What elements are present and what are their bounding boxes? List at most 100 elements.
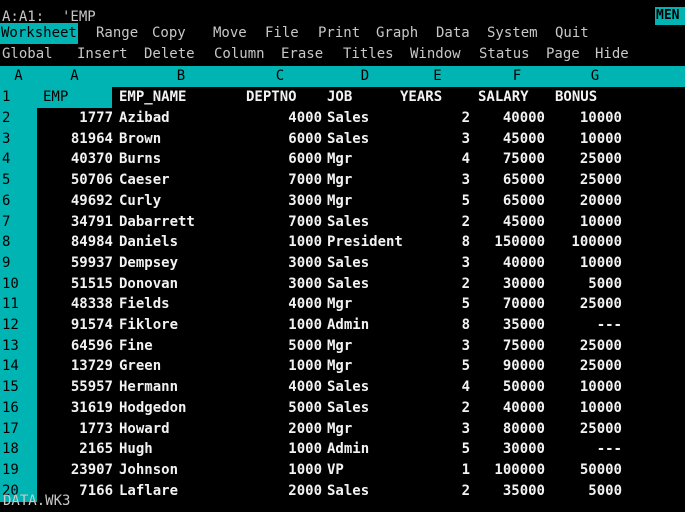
cell-bonus[interactable]: 10000 [545,129,622,150]
cell-job[interactable]: Mgr [327,419,352,440]
header-cell-emp-name[interactable]: EMP_NAME [119,87,186,108]
row-number[interactable]: 10 [0,273,37,295]
row-number[interactable]: 5 [0,170,37,192]
cell-years[interactable]: 5 [420,439,470,460]
cell-bonus[interactable]: 5000 [545,481,622,502]
cell-job[interactable]: Sales [327,129,369,150]
cell-job[interactable]: Mgr [327,170,352,191]
cell-deptno[interactable]: 6000 [230,149,322,170]
cell-bonus[interactable]: 10000 [545,212,622,233]
cell-bonus[interactable]: 10000 [545,398,622,419]
row-number[interactable]: 17 [0,418,37,440]
cell-job[interactable]: Sales [327,398,369,419]
cell-salary[interactable]: 40000 [470,398,545,419]
cell-deptno[interactable]: 1000 [230,356,322,377]
cell-emp-name[interactable]: Dempsey [119,253,178,274]
cell-emp[interactable]: 84984 [37,232,113,253]
cell-salary[interactable]: 30000 [470,439,545,460]
cell-emp-name[interactable]: Howard [119,419,170,440]
cell-years[interactable]: 3 [420,170,470,191]
cell-job[interactable]: Mgr [327,336,352,357]
row-number[interactable]: 7 [0,211,37,233]
cell-deptno[interactable]: 2000 [230,481,322,502]
cell-emp[interactable]: 40370 [37,149,113,170]
cell-emp-name[interactable]: Hermann [119,377,178,398]
menu-item-graph[interactable]: Graph [376,23,418,44]
cell-years[interactable]: 5 [420,294,470,315]
cell-emp-name[interactable]: Fine [119,336,153,357]
submenu-item-erase[interactable]: Erase [281,44,323,65]
cell-emp-name[interactable]: Dabarrett [119,212,195,233]
cell-deptno[interactable]: 1000 [230,460,322,481]
cell-deptno[interactable]: 1000 [230,315,322,336]
cell-salary[interactable]: 40000 [470,253,545,274]
cell-emp-name[interactable]: Brown [119,129,161,150]
cell-salary[interactable]: 75000 [470,149,545,170]
row-number[interactable]: 14 [0,356,37,378]
header-cell-bonus[interactable]: BONUS [555,87,597,108]
cell-deptno[interactable]: 4000 [230,377,322,398]
row-number[interactable]: 1 [0,87,37,108]
cell-emp-name[interactable]: Hodgedon [119,398,186,419]
submenu-item-hide[interactable]: Hide [595,44,629,65]
cell-job[interactable]: Mgr [327,149,352,170]
cell-bonus[interactable]: 25000 [545,149,622,170]
cell-years[interactable]: 4 [420,149,470,170]
cell-bonus[interactable]: 10000 [545,108,622,129]
cell-years[interactable]: 2 [420,108,470,129]
header-cell-salary[interactable]: SALARY [478,87,529,108]
cell-emp-name[interactable]: Daniels [119,232,178,253]
menu-item-quit[interactable]: Quit [555,23,589,44]
row-number[interactable]: 11 [0,294,37,316]
cell-years[interactable]: 2 [420,481,470,502]
cell-emp-name[interactable]: Burns [119,149,161,170]
cell-job[interactable]: Sales [327,481,369,502]
cell-emp[interactable]: 59937 [37,253,113,274]
cell-emp[interactable]: 64596 [37,336,113,357]
cell-years[interactable]: 2 [420,274,470,295]
cell-bonus[interactable]: 25000 [545,336,622,357]
submenu-item-status[interactable]: Status [479,44,530,65]
cell-bonus[interactable]: 5000 [545,274,622,295]
row-number[interactable]: 4 [0,149,37,171]
cell-emp-name[interactable]: Donovan [119,274,178,295]
cell-job[interactable]: Sales [327,377,369,398]
cell-bonus[interactable]: 10000 [545,253,622,274]
cell-deptno[interactable]: 6000 [230,129,322,150]
cell-years[interactable]: 3 [420,419,470,440]
cell-salary[interactable]: 35000 [470,481,545,502]
row-number[interactable]: 3 [0,128,37,150]
menu-item-print[interactable]: Print [318,23,360,44]
cell-years[interactable]: 2 [420,212,470,233]
cell-years[interactable]: 5 [420,191,470,212]
row-number[interactable]: 13 [0,335,37,357]
column-header-g[interactable]: G [540,66,650,87]
cell-deptno[interactable]: 5000 [230,398,322,419]
header-cell-years[interactable]: YEARS [400,87,442,108]
cell-emp-name[interactable]: Caeser [119,170,170,191]
cell-emp-name[interactable]: Hugh [119,439,153,460]
cell-deptno[interactable]: 7000 [230,212,322,233]
cell-job[interactable]: Mgr [327,294,352,315]
row-number[interactable]: 15 [0,377,37,399]
cell-deptno[interactable]: 7000 [230,170,322,191]
cell-salary[interactable]: 65000 [470,191,545,212]
header-cell-job[interactable]: JOB [327,87,352,108]
cell-emp-name[interactable]: Azibad [119,108,170,129]
submenu-item-page[interactable]: Page [546,44,580,65]
header-cell-deptno[interactable]: DEPTNO [246,87,297,108]
cell-bonus[interactable]: 50000 [545,460,622,481]
cell-emp[interactable]: 1777 [37,108,113,129]
cell-emp[interactable]: 2165 [37,439,113,460]
submenu-item-insert[interactable]: Insert [77,44,128,65]
header-cell-emp[interactable]: EMP [37,87,112,108]
cell-bonus[interactable]: 10000 [545,377,622,398]
row-number[interactable]: 12 [0,315,37,336]
cell-salary[interactable]: 45000 [470,129,545,150]
row-number[interactable]: 6 [0,190,37,212]
cell-emp-name[interactable]: Laflare [119,481,178,502]
cell-salary[interactable]: 45000 [470,212,545,233]
menu-item-system[interactable]: System [487,23,538,44]
cell-emp[interactable]: 55957 [37,377,113,398]
cell-years[interactable]: 5 [420,356,470,377]
